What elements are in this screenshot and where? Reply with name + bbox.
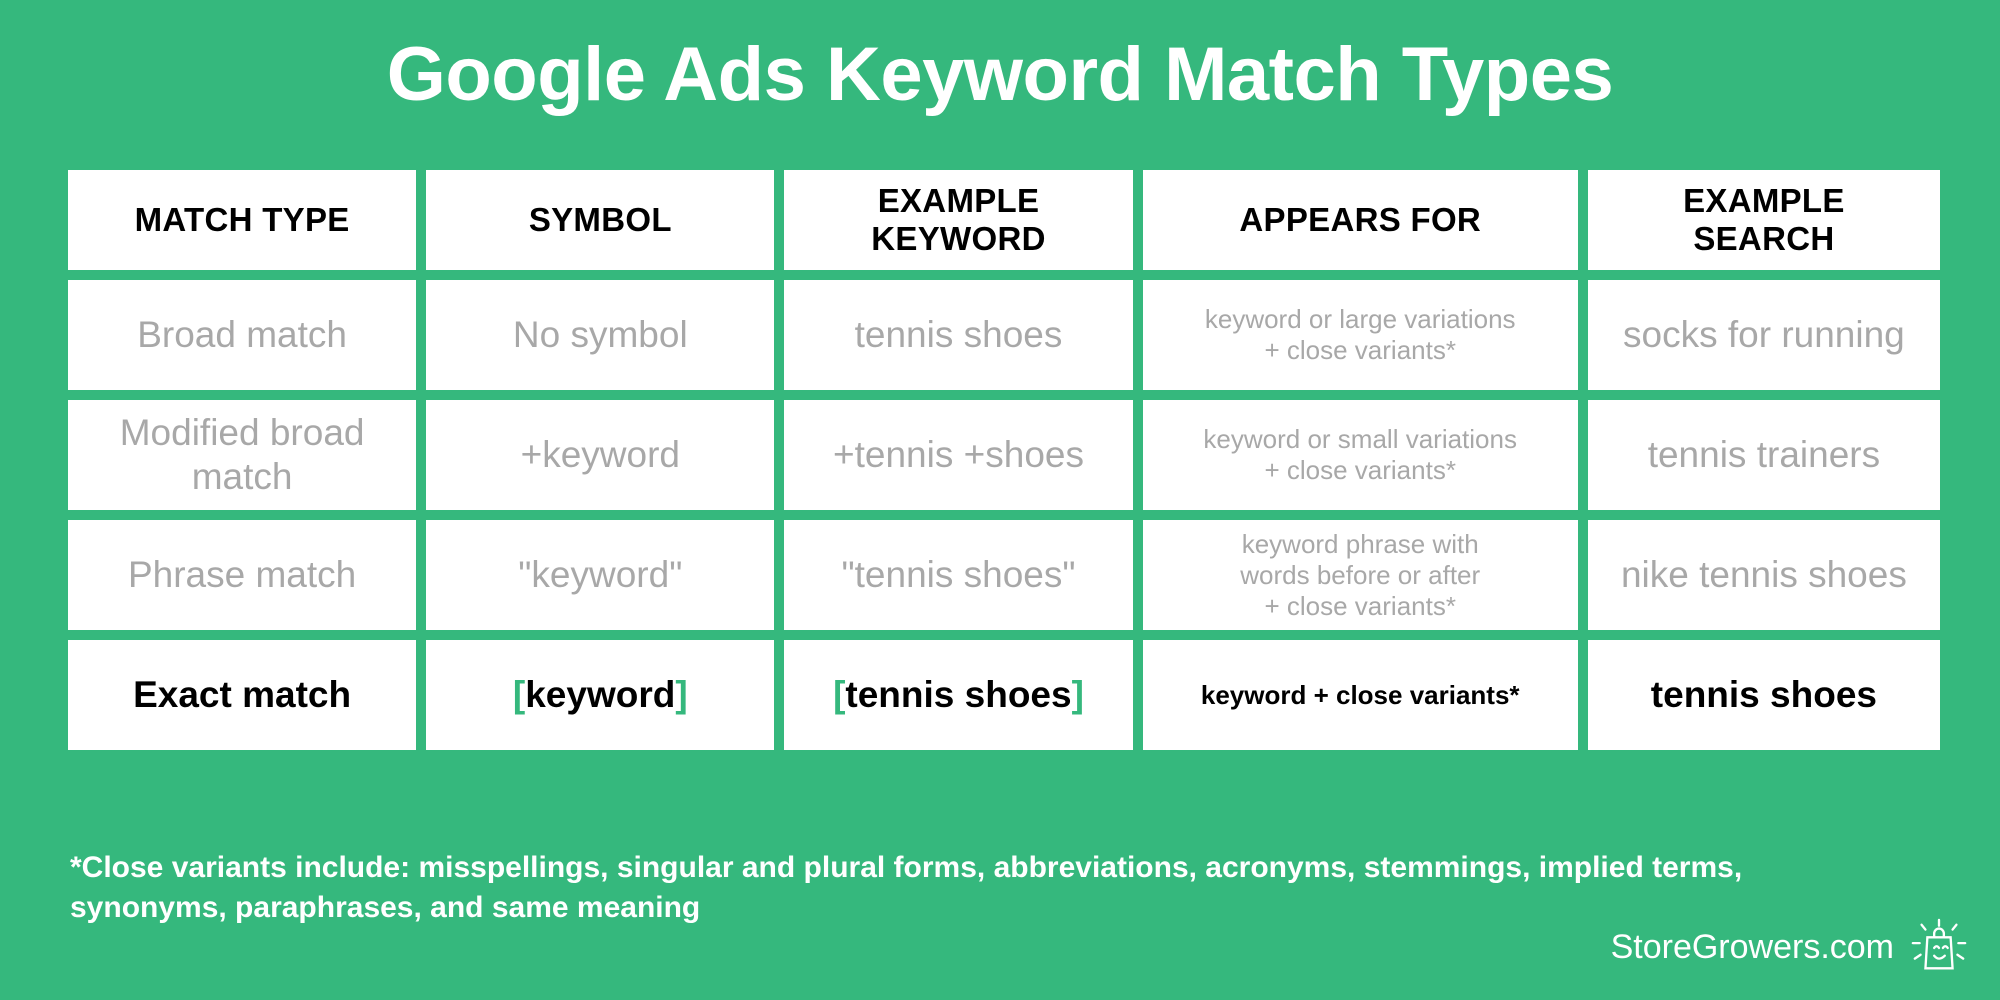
header-label-symbol: SYMBOL bbox=[528, 201, 672, 238]
cell-appears-for: keyword + close variants* bbox=[1142, 640, 1578, 750]
header-cell-example-keyword: EXAMPLE KEYWORD bbox=[784, 170, 1133, 270]
branding: StoreGrowers.com bbox=[1611, 916, 1970, 978]
bracket-close: ] bbox=[1071, 674, 1084, 715]
cell-example-keyword: [tennis shoes] bbox=[784, 640, 1133, 750]
header-label-appears-for: APPEARS FOR bbox=[1239, 201, 1482, 238]
cell-symbol: No symbol bbox=[426, 280, 775, 390]
symbol-core: keyword bbox=[525, 674, 676, 715]
appears-for-label: keyword or small variations + close varia… bbox=[1203, 424, 1517, 485]
example-search-label: socks for running bbox=[1623, 314, 1905, 355]
infographic-canvas: Google Ads Keyword Match Types MATCH TYP… bbox=[0, 0, 2000, 1000]
header-cell-symbol: SYMBOL bbox=[426, 170, 775, 270]
table-row-exact-match: Exact match [keyword] [tennis shoes] key… bbox=[68, 640, 1940, 750]
bracket-close: ] bbox=[675, 674, 688, 715]
cell-symbol: +keyword bbox=[426, 400, 775, 510]
example-search-label: tennis shoes bbox=[1650, 674, 1877, 715]
bracket-open: [ bbox=[512, 674, 526, 715]
footnote-line-2: synonyms, paraphrases, and same meaning bbox=[70, 891, 701, 924]
appears-for-label: keyword + close variants* bbox=[1200, 679, 1520, 710]
keyword-core: tennis shoes bbox=[845, 674, 1072, 715]
symbol-label: [keyword] bbox=[513, 673, 688, 717]
example-search-label: nike tennis shoes bbox=[1620, 554, 1907, 595]
page-title: Google Ads Keyword Match Types bbox=[386, 32, 1614, 117]
cell-example-keyword: "tennis shoes" bbox=[784, 520, 1133, 630]
cell-example-search: nike tennis shoes bbox=[1587, 520, 1940, 630]
match-type-label: Broad match bbox=[137, 314, 347, 355]
header-cell-example-search: EXAMPLE SEARCH bbox=[1587, 170, 1940, 270]
cell-appears-for: keyword or small variations + close varia… bbox=[1142, 400, 1578, 510]
match-type-label: Exact match bbox=[133, 674, 352, 715]
cell-example-keyword: +tennis +shoes bbox=[784, 400, 1133, 510]
cell-match-type: Phrase match bbox=[68, 520, 417, 630]
cell-symbol: "keyword" bbox=[426, 520, 775, 630]
example-keyword-label: +tennis +shoes bbox=[833, 434, 1084, 475]
header-label-example-search: EXAMPLE SEARCH bbox=[1683, 182, 1845, 257]
cell-appears-for: keyword phrase with words before or after… bbox=[1142, 520, 1578, 630]
brand-name: StoreGrowers.com bbox=[1610, 928, 1894, 966]
cell-match-type: Broad match bbox=[68, 280, 417, 390]
cell-match-type: Exact match bbox=[68, 640, 417, 750]
match-types-table: MATCH TYPE SYMBOL EXAMPLE KEYWORD APPEARS… bbox=[68, 170, 1940, 750]
header-cell-match-type: MATCH TYPE bbox=[68, 170, 417, 270]
cell-example-search: socks for running bbox=[1587, 280, 1940, 390]
example-keyword-label: [tennis shoes] bbox=[833, 673, 1084, 717]
cell-match-type: Modified broad match bbox=[68, 400, 417, 510]
table-header-row: MATCH TYPE SYMBOL EXAMPLE KEYWORD APPEARS… bbox=[68, 170, 1940, 270]
symbol-label: No symbol bbox=[512, 314, 688, 355]
symbol-label: +keyword bbox=[520, 434, 680, 475]
cell-example-search: tennis trainers bbox=[1587, 400, 1940, 510]
cell-example-keyword: tennis shoes bbox=[784, 280, 1133, 390]
example-keyword-label: "tennis shoes" bbox=[841, 554, 1076, 595]
header-cell-appears-for: APPEARS FOR bbox=[1142, 170, 1578, 270]
footnote: *Close variants include: misspellings, s… bbox=[70, 848, 1830, 928]
bracket-open: [ bbox=[833, 674, 846, 715]
appears-for-label: keyword phrase with words before or after… bbox=[1240, 528, 1481, 621]
match-type-label: Phrase match bbox=[127, 554, 357, 595]
header-label-match-type: MATCH TYPE bbox=[134, 201, 350, 238]
cell-symbol: [keyword] bbox=[426, 640, 775, 750]
example-keyword-label: tennis shoes bbox=[854, 314, 1063, 355]
footnote-line-1: *Close variants include: misspellings, s… bbox=[70, 851, 1743, 884]
symbol-label: "keyword" bbox=[518, 554, 683, 595]
match-type-label: Modified broad match bbox=[119, 412, 365, 497]
cell-example-search: tennis shoes bbox=[1587, 640, 1940, 750]
shopping-bag-smile-icon bbox=[1908, 916, 1970, 978]
example-search-label: tennis trainers bbox=[1647, 434, 1881, 475]
appears-for-label: keyword or large variations + close varia… bbox=[1204, 304, 1516, 365]
cell-appears-for: keyword or large variations + close varia… bbox=[1142, 280, 1578, 390]
table-row: Phrase match "keyword" "tennis shoes" ke… bbox=[68, 520, 1940, 630]
table-row: Broad match No symbol tennis shoes keywo… bbox=[68, 280, 1940, 390]
table-row: Modified broad match +keyword +tennis +sh… bbox=[68, 400, 1940, 510]
header-label-example-keyword: EXAMPLE KEYWORD bbox=[871, 182, 1046, 257]
